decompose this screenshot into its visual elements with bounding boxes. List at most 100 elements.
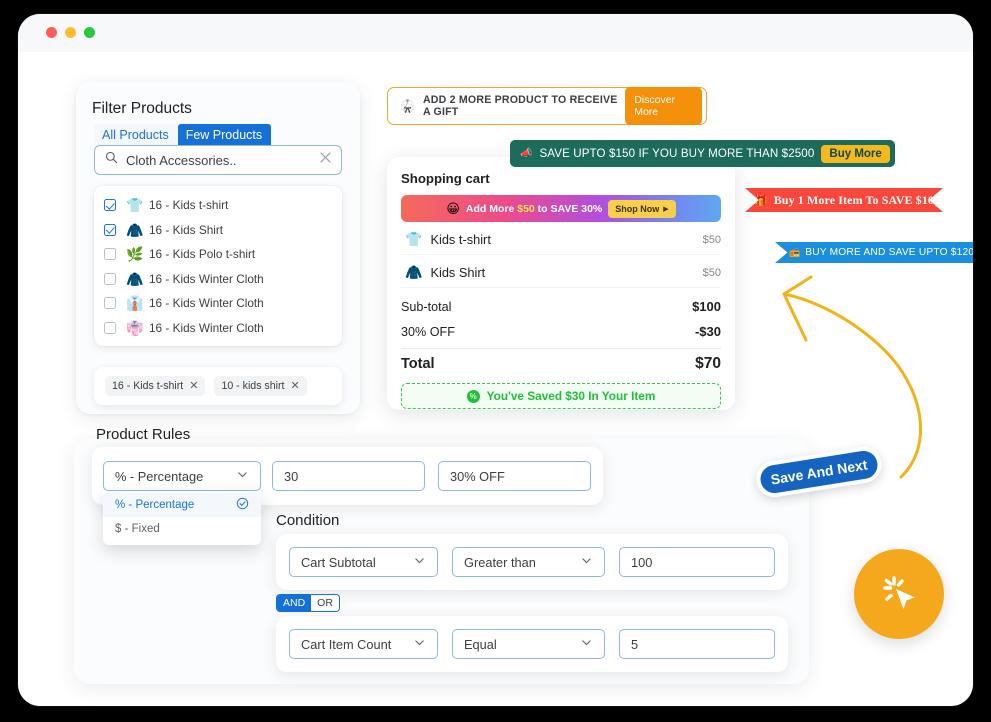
- condition-operator-value: Greater than: [464, 554, 536, 570]
- percent-badge-icon: %: [466, 389, 480, 403]
- save-upto-text: SAVE UPTO $150 IF YOU BUY MORE THAN $250…: [539, 147, 815, 160]
- cart-item-price: $50: [702, 233, 721, 246]
- checkbox-icon[interactable]: [104, 272, 116, 285]
- condition-value: 5: [631, 636, 639, 652]
- buy-one-more-text: Buy 1 More Item To SAVE $10: [773, 192, 934, 207]
- cart-discount-value: -$30: [694, 324, 721, 339]
- chevron-down-icon: [236, 468, 249, 484]
- play-arrow-icon: ▶: [663, 205, 669, 213]
- cart-total-label: Total: [401, 355, 435, 372]
- cart-promo-strip: 😀 Add More $50 to SAVE 30% Shop Now ▶: [401, 195, 721, 222]
- product-search-box[interactable]: Cloth Accessories..: [94, 145, 342, 175]
- product-label: 16 - Kids Shirt: [149, 222, 224, 237]
- checkbox-icon[interactable]: [104, 321, 116, 334]
- cart-item-name: Kids t-shirt: [430, 232, 491, 247]
- discount-amount-input[interactable]: 30: [272, 461, 425, 491]
- cart-total-value: $70: [695, 354, 721, 372]
- tag-chip[interactable]: 10 - kids shirt ✕: [214, 376, 307, 396]
- gift-promo-text: ADD 2 MORE PRODUCT TO RECEIVE A GIFT: [422, 94, 618, 118]
- discount-type-value: % - Percentage: [115, 468, 204, 484]
- chevron-down-icon: [413, 636, 426, 652]
- checkbox-icon[interactable]: [104, 199, 116, 212]
- discount-type-dropdown: % - Percentage $ - Fixed: [103, 491, 261, 545]
- list-item[interactable]: 👘 16 - Kids Winter Cloth: [94, 316, 342, 341]
- checkbox-icon[interactable]: [104, 248, 116, 261]
- condition-operator-value: Equal: [464, 636, 497, 652]
- buy-more-button[interactable]: Buy More: [821, 144, 890, 163]
- list-item[interactable]: 👔 16 - Kids Winter Cloth: [94, 291, 342, 316]
- tshirt-icon: 👕: [126, 197, 144, 214]
- click-cursor-icon: [875, 568, 923, 621]
- traffic-lights: [46, 27, 95, 38]
- shop-now-button[interactable]: Shop Now ▶: [608, 199, 676, 218]
- product-label: 16 - Kids Winter Cloth: [149, 320, 264, 335]
- condition-subject-value: Cart Item Count: [301, 636, 392, 652]
- browser-window: Filter Products All Products Few Product…: [18, 14, 973, 706]
- window-titlebar: [18, 14, 973, 52]
- product-list: 👕 16 - Kids t-shirt 🧥 16 - Kids Shirt 🌿 …: [94, 186, 342, 346]
- condition-subject-value: Cart Subtotal: [301, 554, 376, 570]
- winter-cloth-icon: 🧥: [126, 270, 144, 287]
- list-item[interactable]: 🧥 16 - Kids Winter Cloth: [94, 267, 342, 292]
- product-label: 16 - Kids Winter Cloth: [149, 296, 264, 311]
- cart-subtotal-label: Sub-total: [401, 299, 452, 314]
- condition-operator-select-2[interactable]: Equal: [452, 629, 605, 659]
- close-window-button[interactable]: [46, 27, 57, 38]
- logic-and-button[interactable]: AND: [277, 595, 312, 611]
- cart-item: 👕 Kids t-shirt $50: [401, 225, 721, 255]
- cart-promo-text: Add More $50 to SAVE 30%: [465, 202, 603, 215]
- buy-more-save-banner: 📻 BUY MORE AND SAVE UPTO $1200: [775, 242, 973, 263]
- discount-type-select[interactable]: % - Percentage: [103, 461, 261, 491]
- product-label: 16 - Kids Polo t-shirt: [149, 247, 256, 262]
- cart-subtotal-row: Sub-total $100: [401, 294, 721, 319]
- checkbox-icon[interactable]: [104, 297, 116, 310]
- close-icon[interactable]: ✕: [290, 380, 299, 392]
- list-item[interactable]: 🧥 16 - Kids Shirt: [94, 218, 342, 243]
- condition-value-input-2[interactable]: 5: [619, 629, 775, 659]
- condition-value: 100: [631, 554, 653, 570]
- cart-discount-label: 30% OFF: [401, 324, 455, 339]
- search-input[interactable]: Cloth Accessories..: [126, 153, 319, 168]
- tshirt-icon: 👕: [405, 231, 423, 247]
- condition-value-input-1[interactable]: 100: [619, 547, 775, 577]
- dropdown-option-percentage[interactable]: % - Percentage: [103, 493, 261, 517]
- product-rules-title: Product Rules: [96, 426, 191, 443]
- close-icon[interactable]: ✕: [189, 380, 198, 392]
- condition-operator-select-1[interactable]: Greater than: [452, 547, 605, 577]
- check-circle-icon: [236, 497, 249, 513]
- gift-promo-bar: 🥋 ADD 2 MORE PRODUCT TO RECEIVE A GIFT D…: [387, 87, 707, 125]
- screenshot-stage: Filter Products All Products Few Product…: [0, 0, 991, 722]
- minimize-window-button[interactable]: [65, 27, 76, 38]
- chevron-down-icon: [413, 554, 426, 570]
- logic-toggle[interactable]: AND OR: [276, 594, 340, 612]
- discount-label-input[interactable]: 30% OFF: [438, 461, 591, 491]
- shop-now-label: Shop Now: [615, 203, 660, 214]
- dropdown-option-label: % - Percentage: [115, 499, 195, 511]
- list-item[interactable]: 🌿 16 - Kids Polo t-shirt: [94, 242, 342, 267]
- maximize-window-button[interactable]: [84, 27, 95, 38]
- dropdown-option-label: $ - Fixed: [115, 523, 160, 535]
- discover-more-button[interactable]: Discover More: [625, 87, 702, 125]
- cart-discount-row: 30% OFF -$30: [401, 319, 721, 344]
- winter-cloth-icon: 👘: [126, 319, 144, 336]
- close-icon[interactable]: [319, 151, 332, 169]
- search-icon: [105, 151, 118, 169]
- tag-label: 10 - kids shirt: [221, 380, 285, 392]
- cart-total-row: Total $70: [401, 351, 721, 376]
- logic-or-button[interactable]: OR: [311, 595, 339, 611]
- cart-item-price: $50: [702, 266, 721, 279]
- savings-note: % You've Saved $30 In Your Item: [401, 383, 721, 409]
- list-item[interactable]: 👕 16 - Kids t-shirt: [94, 193, 342, 218]
- tag-label: 16 - Kids t-shirt: [112, 380, 184, 392]
- tag-chip[interactable]: 16 - Kids t-shirt ✕: [105, 376, 206, 396]
- shopping-cart-card: Shopping cart 😀 Add More $50 to SAVE 30%…: [387, 157, 735, 410]
- dropdown-option-fixed[interactable]: $ - Fixed: [103, 517, 261, 541]
- filter-products-title: Filter Products: [92, 100, 192, 117]
- cart-subtotal-value: $100: [692, 299, 721, 314]
- condition-subject-select-2[interactable]: Cart Item Count: [289, 629, 438, 659]
- condition-subject-select-1[interactable]: Cart Subtotal: [289, 547, 438, 577]
- checkbox-icon[interactable]: [104, 223, 116, 236]
- save-and-next-label: Save And Next: [769, 456, 869, 488]
- click-cursor-badge: [854, 549, 944, 639]
- save-upto-bar: 📣 SAVE UPTO $150 IF YOU BUY MORE THAN $2…: [510, 140, 895, 167]
